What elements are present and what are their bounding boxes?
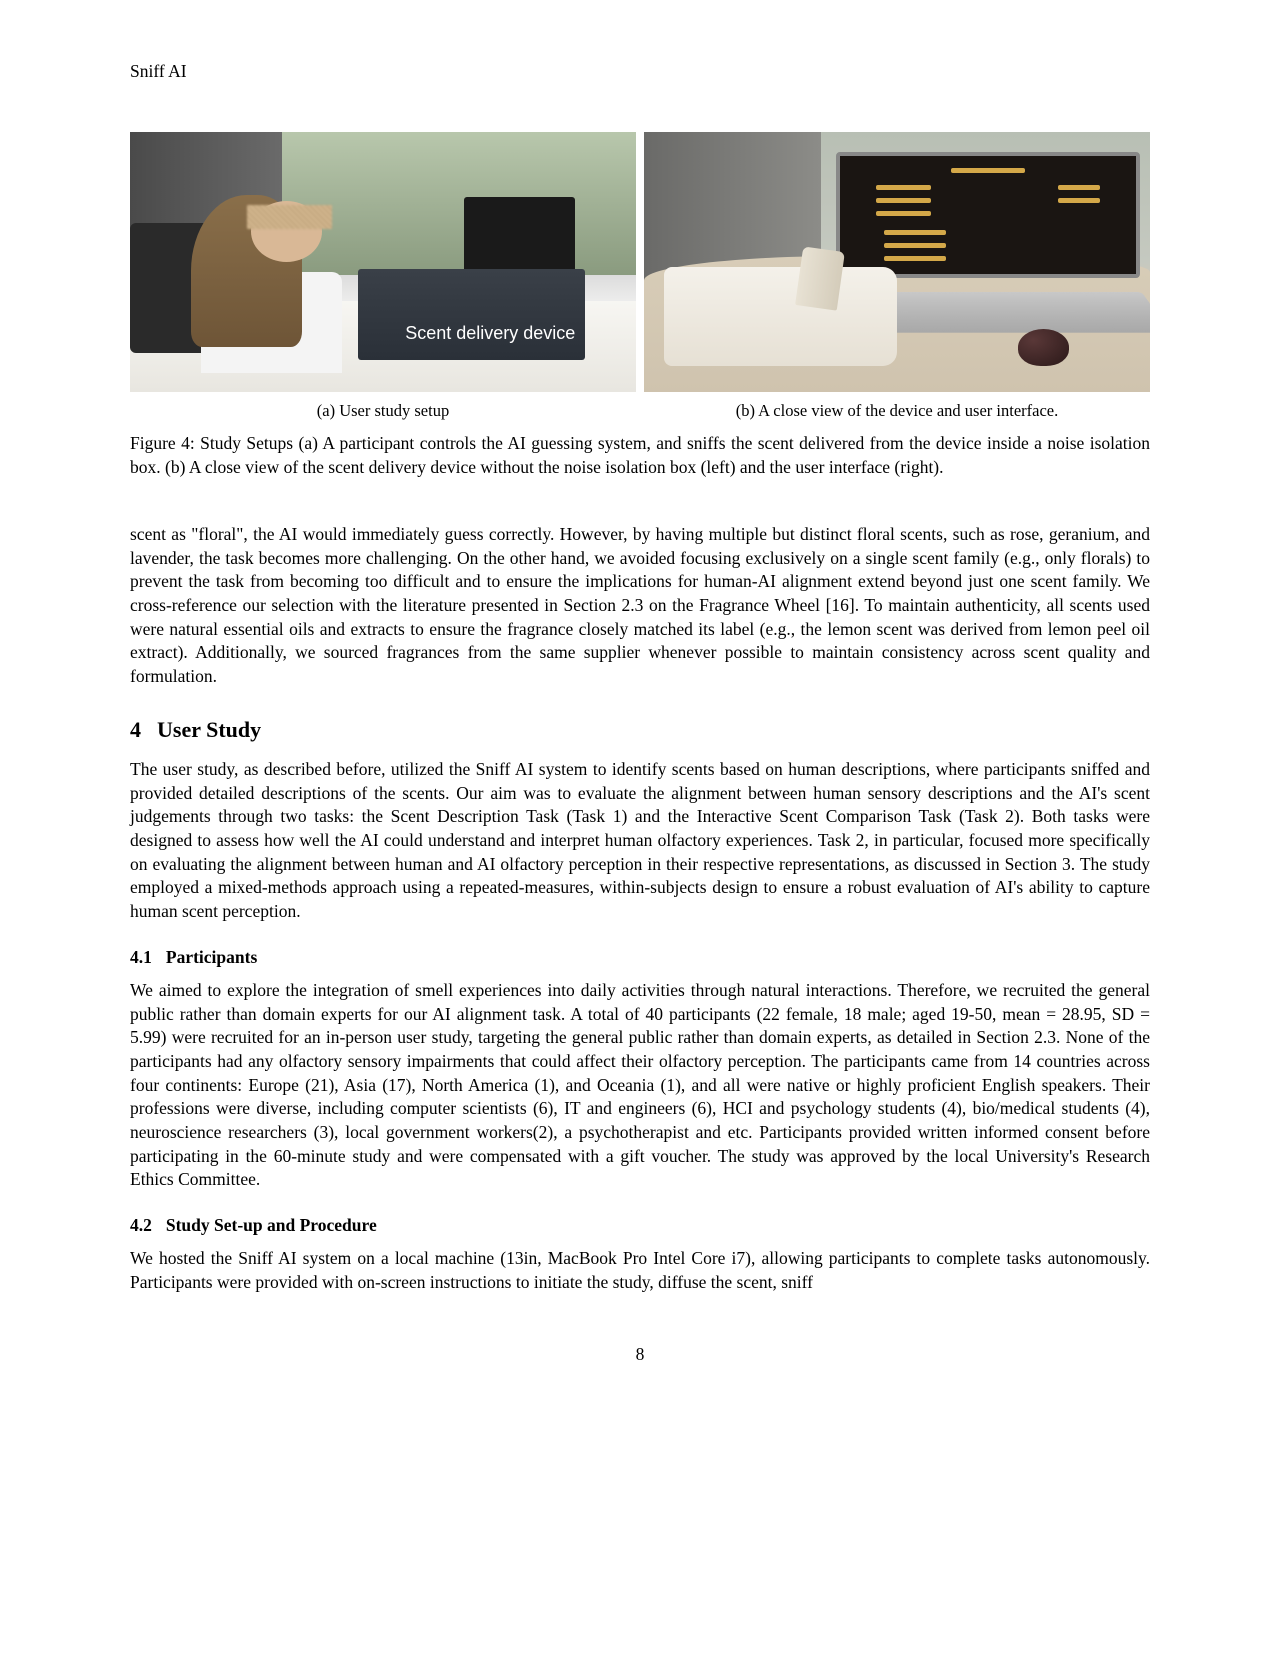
section-number: 4 xyxy=(130,715,141,745)
scent-delivery-device xyxy=(664,267,897,366)
figure-4a-image: Scent delivery device xyxy=(130,132,636,392)
subsection-number: 4.2 xyxy=(130,1214,152,1238)
laptop-in-scene-a xyxy=(464,197,575,275)
section-4-1-heading: 4.1 Participants xyxy=(130,946,1150,970)
participant-figure xyxy=(170,171,372,374)
section-4-1-text: We aimed to explore the integration of s… xyxy=(130,979,1150,1192)
figure-4b-subcaption: (b) A close view of the device and user … xyxy=(644,398,1150,422)
section-4-2-heading: 4.2 Study Set-up and Procedure xyxy=(130,1214,1150,1238)
section-4-heading: 4 User Study xyxy=(130,715,1150,745)
subsection-number: 4.1 xyxy=(130,946,152,970)
figure-4b-image xyxy=(644,132,1150,392)
section-4-2-text: We hosted the Sniff AI system on a local… xyxy=(130,1247,1150,1294)
section-4-intro: The user study, as described before, uti… xyxy=(130,758,1150,923)
computer-mouse xyxy=(1018,329,1069,365)
scent-device-overlay-label: Scent delivery device xyxy=(405,321,575,345)
face-anonymization-blur xyxy=(247,205,332,229)
section-title: User Study xyxy=(157,717,261,742)
subsection-title: Study Set-up and Procedure xyxy=(166,1215,377,1235)
subsection-title: Participants xyxy=(166,947,257,967)
laptop-screen xyxy=(836,152,1140,278)
ui-screenshot-thumbnail xyxy=(864,168,1112,262)
scent-device-box xyxy=(358,269,586,360)
figure-4: Scent delivery device (a) User study set… xyxy=(130,132,1150,422)
page-number: 8 xyxy=(130,1343,1150,1367)
figure-4a-subcaption: (a) User study setup xyxy=(130,398,636,422)
figure-4b-panel: (b) A close view of the device and user … xyxy=(644,132,1150,422)
running-header: Sniff AI xyxy=(130,60,1150,84)
continuation-paragraph: scent as "floral", the AI would immediat… xyxy=(130,523,1150,688)
figure-4a-panel: Scent delivery device (a) User study set… xyxy=(130,132,636,422)
figure-4-caption: Figure 4: Study Setups (a) A participant… xyxy=(130,432,1150,479)
